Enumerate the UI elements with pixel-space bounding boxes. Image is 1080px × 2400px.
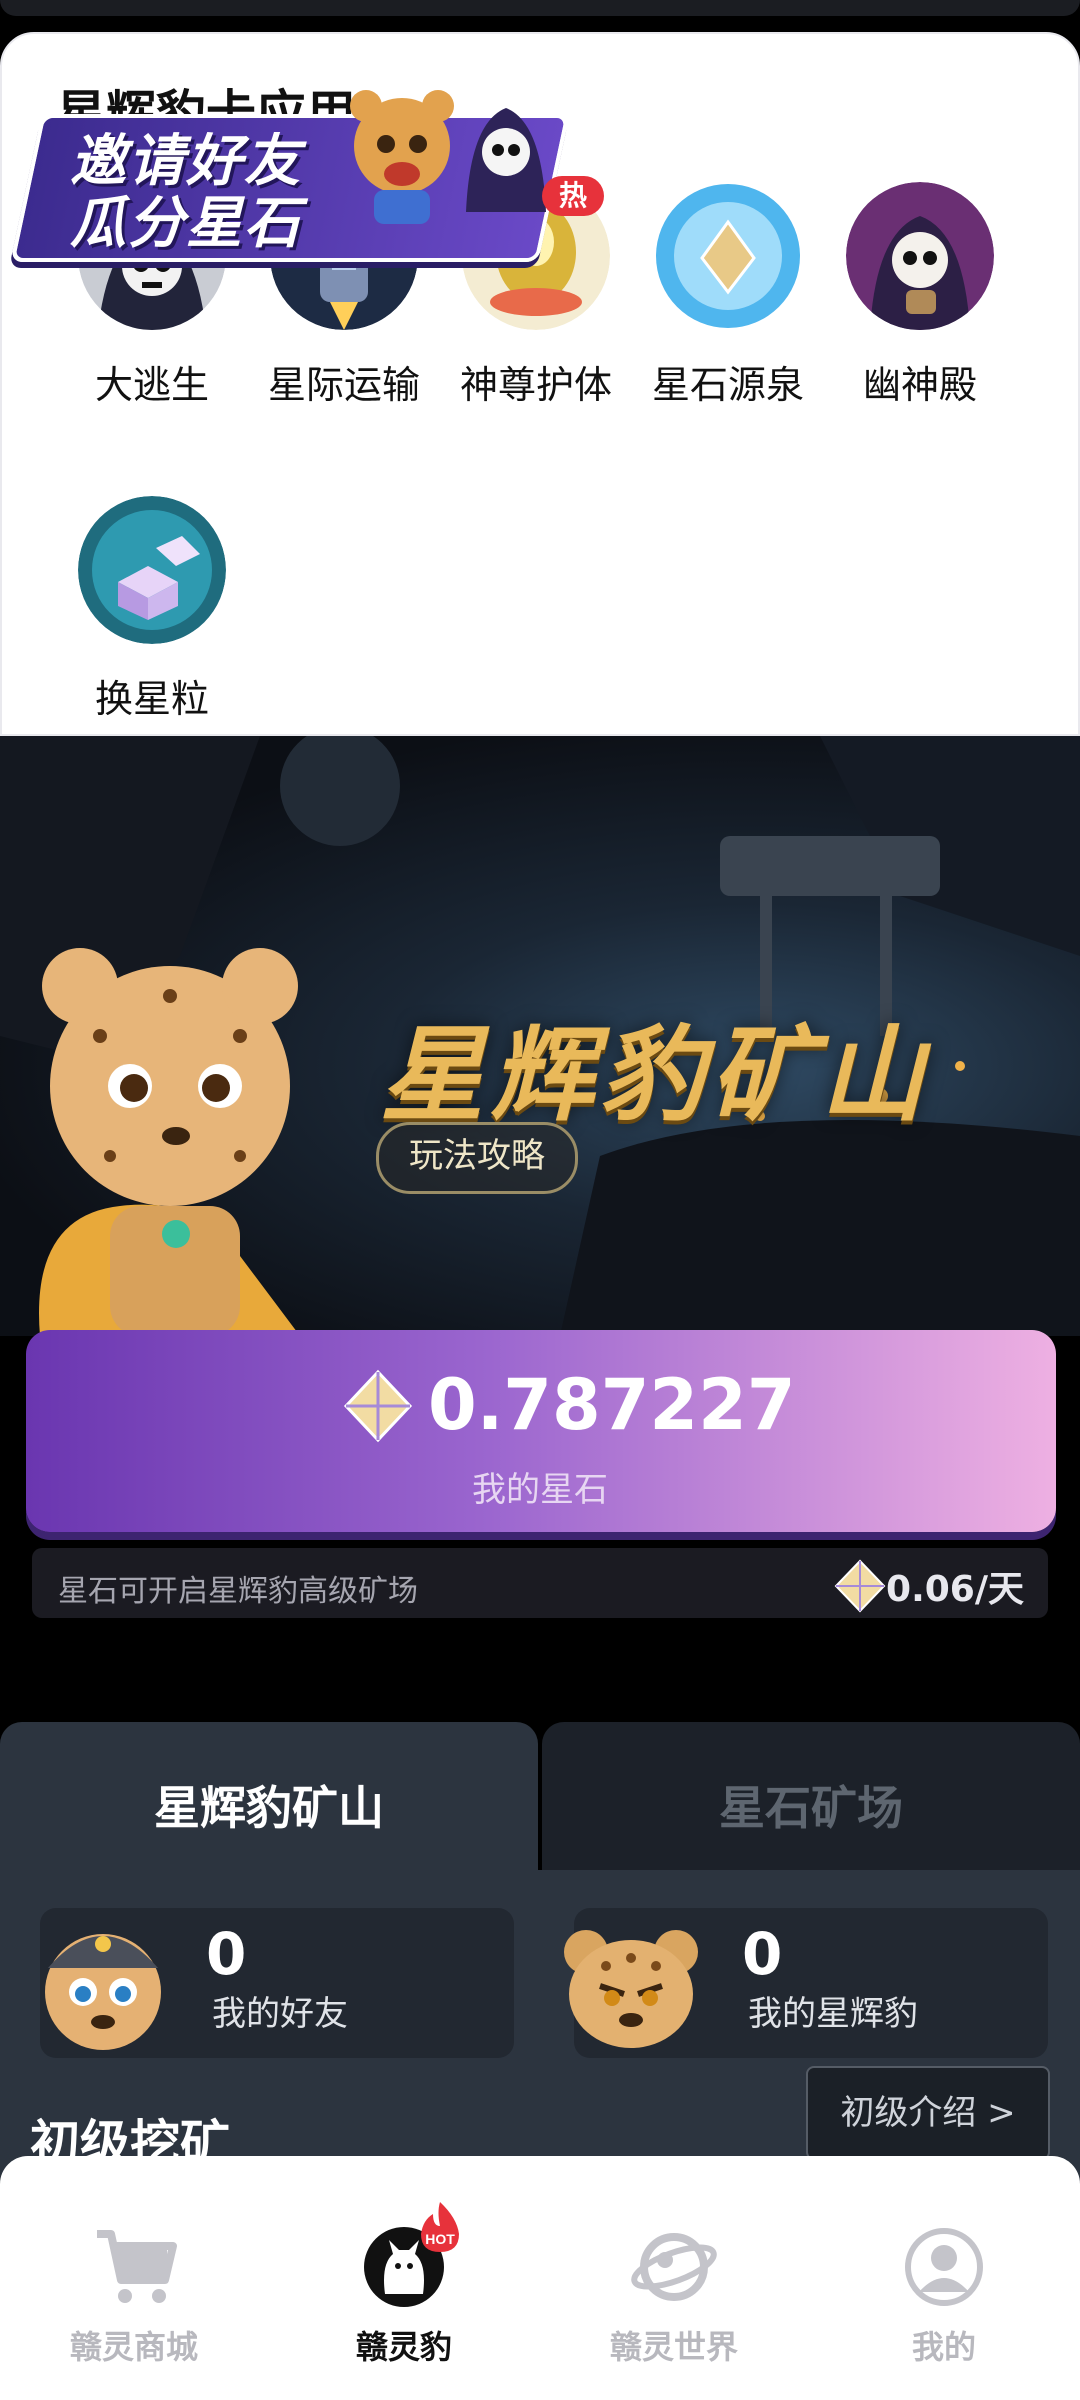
tab-leopard-mine[interactable]: 星辉豹矿山 bbox=[0, 1722, 538, 1874]
banner-line-2: 瓜分星石 bbox=[70, 191, 302, 256]
leopards-count: 0 bbox=[742, 1920, 783, 1988]
reaper-icon bbox=[466, 108, 546, 212]
nav-mall[interactable]: 赣灵商城 bbox=[24, 2224, 244, 2368]
bottom-nav: 赣灵商城 HOT 赣灵豹 赣灵世界 我的 bbox=[0, 2156, 1080, 2400]
invite-friends-banner[interactable]: 邀请好友 瓜分星石 bbox=[10, 86, 570, 262]
tab-label: 星辉豹矿山 bbox=[154, 1781, 384, 1835]
app-label: 神尊护体 bbox=[459, 363, 612, 407]
top-card-edge bbox=[0, 0, 1080, 16]
app-label: 幽神殿 bbox=[862, 363, 977, 407]
nav-me[interactable]: 我的 bbox=[834, 2224, 1054, 2368]
leopards-label: 我的星辉豹 bbox=[748, 1994, 918, 2034]
leopard-police-avatar-icon bbox=[45, 1934, 161, 2050]
crystal-cubes-icon bbox=[78, 496, 226, 644]
star-gem-icon bbox=[834, 1559, 886, 1613]
tab-stone-mine[interactable]: 星石矿场 bbox=[542, 1722, 1080, 1874]
stone-caption: 我的星石 bbox=[472, 1470, 608, 1510]
app-label: 星石源泉 bbox=[651, 363, 804, 407]
friends-label: 我的好友 bbox=[212, 1994, 348, 2034]
nav-label: 赣灵豹 bbox=[355, 2328, 452, 2366]
friends-count: 0 bbox=[206, 1920, 247, 1988]
hot-tag-text: HOT bbox=[425, 2231, 455, 2247]
leopard-icon: HOT bbox=[361, 2202, 459, 2310]
app-label: 大逃生 bbox=[94, 363, 209, 407]
rate-value: 0.06/天 bbox=[886, 1569, 1024, 1610]
guide-button[interactable]: 玩法攻略 bbox=[376, 1122, 578, 1194]
app-label: 换星粒 bbox=[94, 677, 209, 721]
nav-label: 赣灵世界 bbox=[609, 2328, 738, 2366]
hot-badge: 热 bbox=[542, 176, 604, 216]
app-ghost-temple[interactable]: 幽神殿 bbox=[824, 182, 1016, 409]
cart-icon bbox=[91, 2224, 177, 2310]
tab-label: 星石矿场 bbox=[719, 1781, 903, 1835]
profile-icon bbox=[901, 2224, 987, 2310]
planet-icon bbox=[631, 2224, 717, 2310]
rate-description: 星石可开启星辉豹高级矿场 bbox=[58, 1574, 418, 1609]
app-exchange-star-grain[interactable]: 换星粒 bbox=[56, 496, 248, 723]
mine-title: 星辉豹矿山 bbox=[380, 1014, 931, 1136]
nav-leopard[interactable]: HOT 赣灵豹 bbox=[294, 2202, 514, 2368]
star-gem-icon bbox=[343, 1369, 413, 1443]
app-label: 星际运输 bbox=[267, 363, 420, 407]
nav-label: 赣灵商城 bbox=[69, 2328, 198, 2366]
nav-label: 我的 bbox=[911, 2328, 976, 2366]
hot-flame-icon: HOT bbox=[421, 2202, 459, 2252]
app-stone-spring[interactable]: 星石源泉 bbox=[632, 182, 824, 409]
leopard-mascot-icon bbox=[39, 948, 300, 1336]
stone-value: 0.787227 bbox=[428, 1364, 796, 1446]
crystal-orb-icon bbox=[654, 182, 802, 330]
primary-intro-button[interactable]: 初级介绍 > bbox=[806, 2066, 1050, 2160]
ghost-reaper-icon bbox=[846, 182, 994, 330]
leopard-cub-icon bbox=[350, 90, 454, 224]
nav-world[interactable]: 赣灵世界 bbox=[564, 2224, 784, 2368]
leopard-face-avatar-icon bbox=[564, 1930, 698, 2048]
